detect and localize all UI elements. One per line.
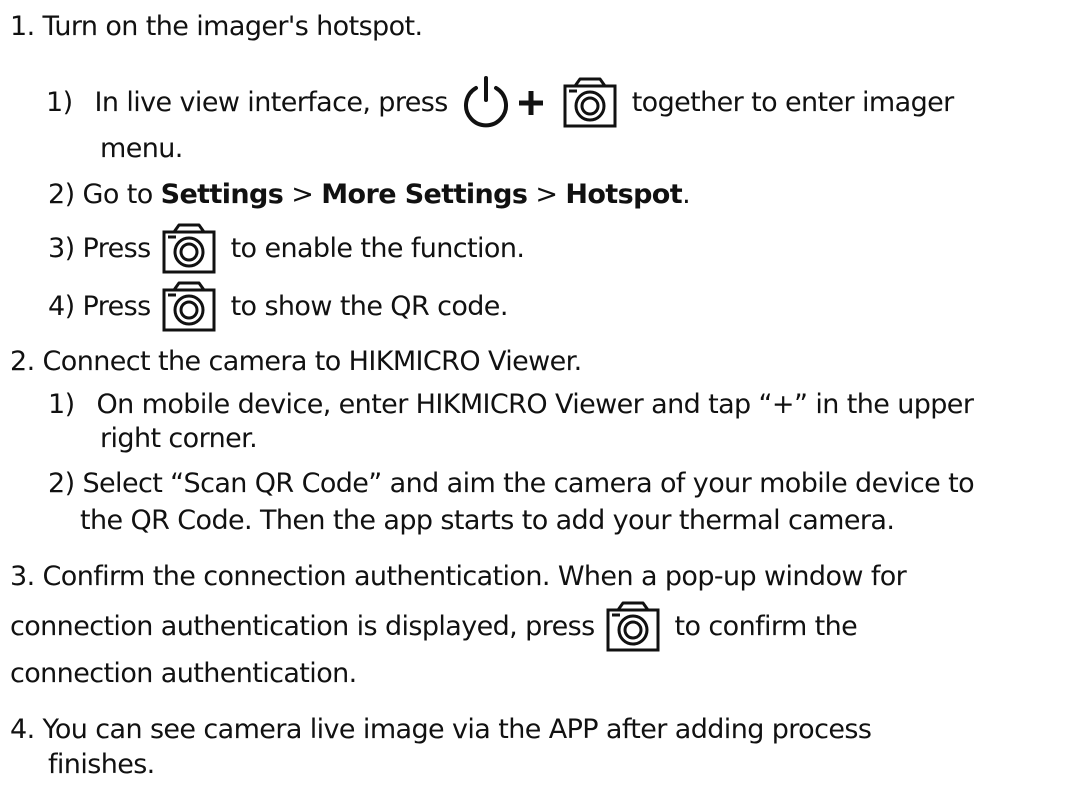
step-2-sub-1-cont: right corner.: [100, 423, 258, 454]
camera-icon: [562, 77, 618, 129]
step-1-sub-3: 3) Press to enable the function.: [48, 222, 525, 276]
camera-icon: [161, 223, 217, 275]
step-4-line-1: 4. You can see camera live image via the…: [10, 714, 872, 745]
step-2-sub-1: 1) On mobile device, enter HIKMICRO View…: [48, 389, 974, 420]
step-3-line-1: 3. Confirm the connection authentication…: [10, 561, 907, 592]
step-1-sub-2: 2) Go to Settings > More Settings > Hots…: [48, 179, 691, 210]
power-icon: [460, 74, 512, 132]
step-1-sub-1-cont: menu.: [100, 133, 183, 164]
plus-icon: [518, 91, 543, 115]
camera-icon: [605, 601, 661, 653]
step-3-line-2: connection authentication is displayed, …: [10, 600, 858, 654]
step-2-title: 2. Connect the camera to HIKMICRO Viewer…: [10, 346, 582, 377]
step-2-sub-2-cont: the QR Code. Then the app starts to add …: [80, 505, 895, 536]
step-1-title: 1. Turn on the imager's hotspot.: [10, 11, 423, 42]
step-1-sub-1: 1) In live view interface, press togethe…: [46, 74, 954, 132]
step-2-sub-2: 2) Select “Scan QR Code” and aim the cam…: [48, 468, 975, 499]
step-3-line-3: connection authentication.: [10, 658, 357, 689]
camera-icon: [161, 281, 217, 333]
step-1-sub-4: 4) Press to show the QR code.: [48, 280, 508, 334]
step-4-line-2: finishes.: [48, 749, 155, 780]
